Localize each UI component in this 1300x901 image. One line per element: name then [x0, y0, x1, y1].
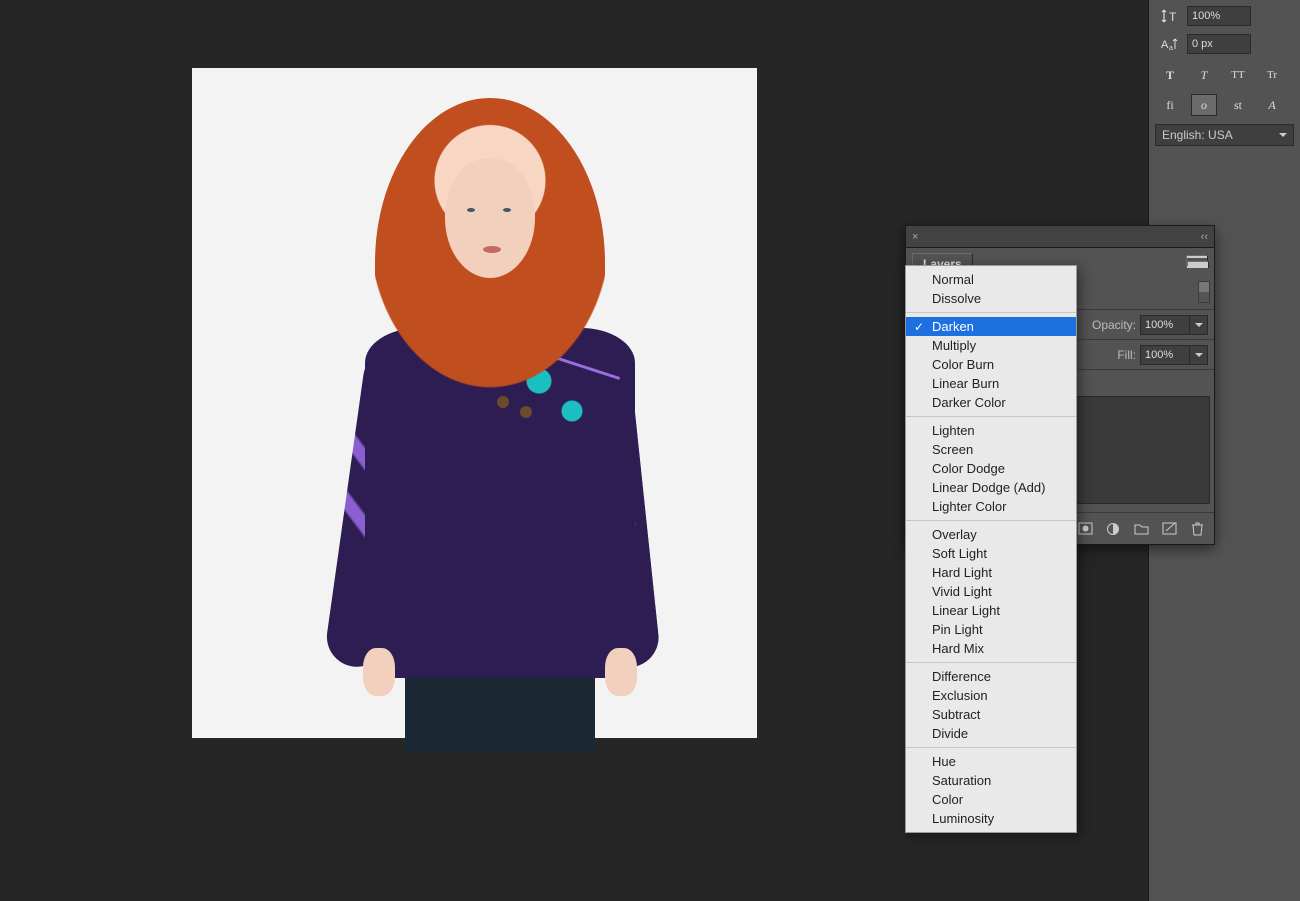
blend-mode-item[interactable]: Lighten — [906, 421, 1076, 440]
canvas-image — [245, 68, 705, 738]
contextual-alt-button[interactable]: o — [1191, 94, 1217, 116]
blend-mode-item[interactable]: Darken — [906, 317, 1076, 336]
blend-mode-item[interactable]: Overlay — [906, 525, 1076, 544]
language-value: English: USA — [1162, 128, 1233, 142]
close-icon[interactable]: × — [912, 231, 918, 243]
baseline-shift-input[interactable]: 0 px — [1187, 34, 1251, 54]
opentype-row: fi o st A — [1149, 90, 1300, 120]
blend-mode-item[interactable]: Difference — [906, 667, 1076, 686]
svg-text:a: a — [1169, 45, 1173, 52]
stylistic-button[interactable]: st — [1225, 94, 1251, 116]
blend-mode-item[interactable]: Darker Color — [906, 393, 1076, 412]
panel-menu-icon[interactable] — [1186, 255, 1208, 267]
blend-mode-item[interactable]: Multiply — [906, 336, 1076, 355]
blend-mode-item[interactable]: Hue — [906, 752, 1076, 771]
fill-dropdown-button[interactable] — [1190, 345, 1208, 365]
blend-mode-item[interactable]: Color Dodge — [906, 459, 1076, 478]
layers-panel-header[interactable]: × ‹‹ — [906, 226, 1214, 248]
document-canvas[interactable] — [192, 68, 757, 738]
mask-icon[interactable] — [1076, 520, 1094, 538]
blend-mode-item[interactable]: Hard Light — [906, 563, 1076, 582]
blend-mode-item[interactable]: Divide — [906, 724, 1076, 743]
blend-mode-item[interactable]: Color — [906, 790, 1076, 809]
opacity-label: Opacity: — [1092, 318, 1136, 332]
type-style-row: T T TT Tr — [1149, 60, 1300, 90]
vertical-scale-icon: T — [1157, 7, 1183, 25]
all-caps-button[interactable]: TT — [1225, 64, 1251, 86]
ligatures-button[interactable]: fi — [1157, 94, 1183, 116]
svg-text:T: T — [1169, 10, 1177, 24]
blend-mode-item[interactable]: Saturation — [906, 771, 1076, 790]
faux-bold-button[interactable]: T — [1157, 64, 1183, 86]
blend-mode-item[interactable]: Screen — [906, 440, 1076, 459]
blend-mode-item[interactable]: Luminosity — [906, 809, 1076, 828]
opacity-dropdown-button[interactable] — [1190, 315, 1208, 335]
blend-mode-item[interactable]: Linear Burn — [906, 374, 1076, 393]
swash-button[interactable]: A — [1259, 94, 1285, 116]
blend-mode-item[interactable]: Hard Mix — [906, 639, 1076, 658]
blend-mode-item[interactable]: Soft Light — [906, 544, 1076, 563]
chevron-down-icon — [1279, 128, 1287, 142]
blend-mode-item[interactable]: Subtract — [906, 705, 1076, 724]
blend-mode-item[interactable]: Dissolve — [906, 289, 1076, 308]
collapse-icon[interactable]: ‹‹ — [1201, 231, 1208, 243]
filter-toggle[interactable] — [1198, 281, 1210, 303]
new-layer-icon[interactable] — [1160, 520, 1178, 538]
faux-italic-button[interactable]: T — [1191, 64, 1217, 86]
small-caps-button[interactable]: Tr — [1259, 64, 1285, 86]
adjustment-icon[interactable] — [1104, 520, 1122, 538]
blend-mode-item[interactable]: Exclusion — [906, 686, 1076, 705]
fill-label: Fill: — [1117, 348, 1136, 362]
opacity-input[interactable]: 100% — [1140, 315, 1190, 335]
baseline-shift-icon: Aa — [1157, 35, 1183, 53]
blend-mode-item[interactable]: Pin Light — [906, 620, 1076, 639]
vertical-scale-input[interactable]: 100% — [1187, 6, 1251, 26]
blend-mode-item[interactable]: Linear Dodge (Add) — [906, 478, 1076, 497]
blend-mode-item[interactable]: Lighter Color — [906, 497, 1076, 516]
character-panel: T 100% Aa 0 px T T TT Tr fi o st A Engli… — [1149, 0, 1300, 150]
group-icon[interactable] — [1132, 520, 1150, 538]
blend-mode-item[interactable]: Linear Light — [906, 601, 1076, 620]
blend-mode-menu[interactable]: NormalDissolveDarkenMultiplyColor BurnLi… — [905, 265, 1077, 833]
blend-mode-item[interactable]: Normal — [906, 270, 1076, 289]
fill-input[interactable]: 100% — [1140, 345, 1190, 365]
language-dropdown[interactable]: English: USA — [1155, 124, 1294, 146]
trash-icon[interactable] — [1188, 520, 1206, 538]
blend-mode-item[interactable]: Color Burn — [906, 355, 1076, 374]
svg-text:A: A — [1161, 39, 1169, 51]
blend-mode-item[interactable]: Vivid Light — [906, 582, 1076, 601]
